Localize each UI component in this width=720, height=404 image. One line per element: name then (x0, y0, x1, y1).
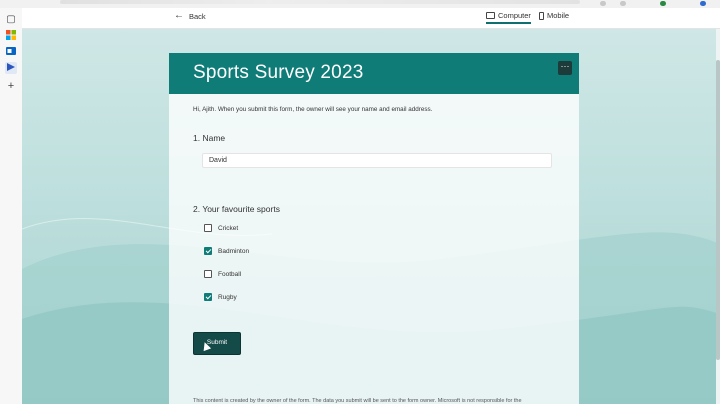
form-header: Sports Survey 2023 ··· (169, 53, 579, 94)
scrollbar-thumb[interactable] (716, 60, 720, 360)
form-background: Sports Survey 2023 ··· Hi, Ajith. When y… (22, 29, 720, 404)
phone-icon (539, 11, 544, 20)
option-label: Badminton (218, 247, 250, 255)
form-disclaimer: This content is created by the owner of … (193, 398, 522, 404)
back-label: Back (189, 11, 206, 21)
browser-sidebar: ▢ + (0, 8, 23, 404)
option-rugby[interactable]: Rugby (204, 293, 237, 301)
profile-icon[interactable] (700, 1, 706, 6)
extension-icon[interactable] (620, 1, 626, 6)
outlook-icon[interactable] (5, 46, 17, 58)
question-sports-title: 2. Your favourite sports (193, 204, 280, 214)
mobile-view-label: Mobile (547, 11, 570, 20)
name-field[interactable]: David (202, 153, 552, 168)
option-football[interactable]: Football (204, 270, 241, 278)
add-icon[interactable]: + (5, 80, 17, 92)
address-bar[interactable] (60, 0, 580, 4)
question-name-title: 1. Name (193, 133, 226, 143)
back-arrow-icon: ← (174, 10, 184, 21)
badminton-checkbox[interactable] (204, 247, 212, 255)
office-icon[interactable] (5, 30, 17, 42)
option-label: Cricket (218, 224, 239, 232)
forms-icon[interactable] (5, 62, 17, 74)
tabs-icon[interactable]: ▢ (5, 14, 17, 26)
option-badminton[interactable]: Badminton (204, 247, 249, 255)
extension-icon[interactable] (660, 1, 666, 6)
ellipsis-icon[interactable]: ··· (558, 61, 572, 75)
back-button[interactable]: ← Back (174, 11, 206, 21)
extension-icon[interactable] (600, 1, 606, 6)
option-cricket[interactable]: Cricket (204, 224, 238, 232)
form-title: Sports Survey 2023 (193, 62, 364, 83)
option-label: Rugby (218, 293, 237, 301)
cricket-checkbox[interactable] (204, 224, 212, 232)
rugby-checkbox[interactable] (204, 293, 212, 301)
forms-toolbar: ← Back Computer Mobile (22, 8, 720, 29)
form-intro: Hi, Ajith. When you submit this form, th… (193, 106, 433, 113)
monitor-icon (486, 12, 495, 19)
mobile-view-button[interactable]: Mobile (539, 11, 569, 20)
option-label: Football (218, 270, 242, 278)
computer-view-label: Computer (498, 11, 531, 20)
form-card: Sports Survey 2023 ··· Hi, Ajith. When y… (169, 53, 579, 404)
football-checkbox[interactable] (204, 270, 212, 278)
computer-view-button[interactable]: Computer (486, 11, 531, 24)
